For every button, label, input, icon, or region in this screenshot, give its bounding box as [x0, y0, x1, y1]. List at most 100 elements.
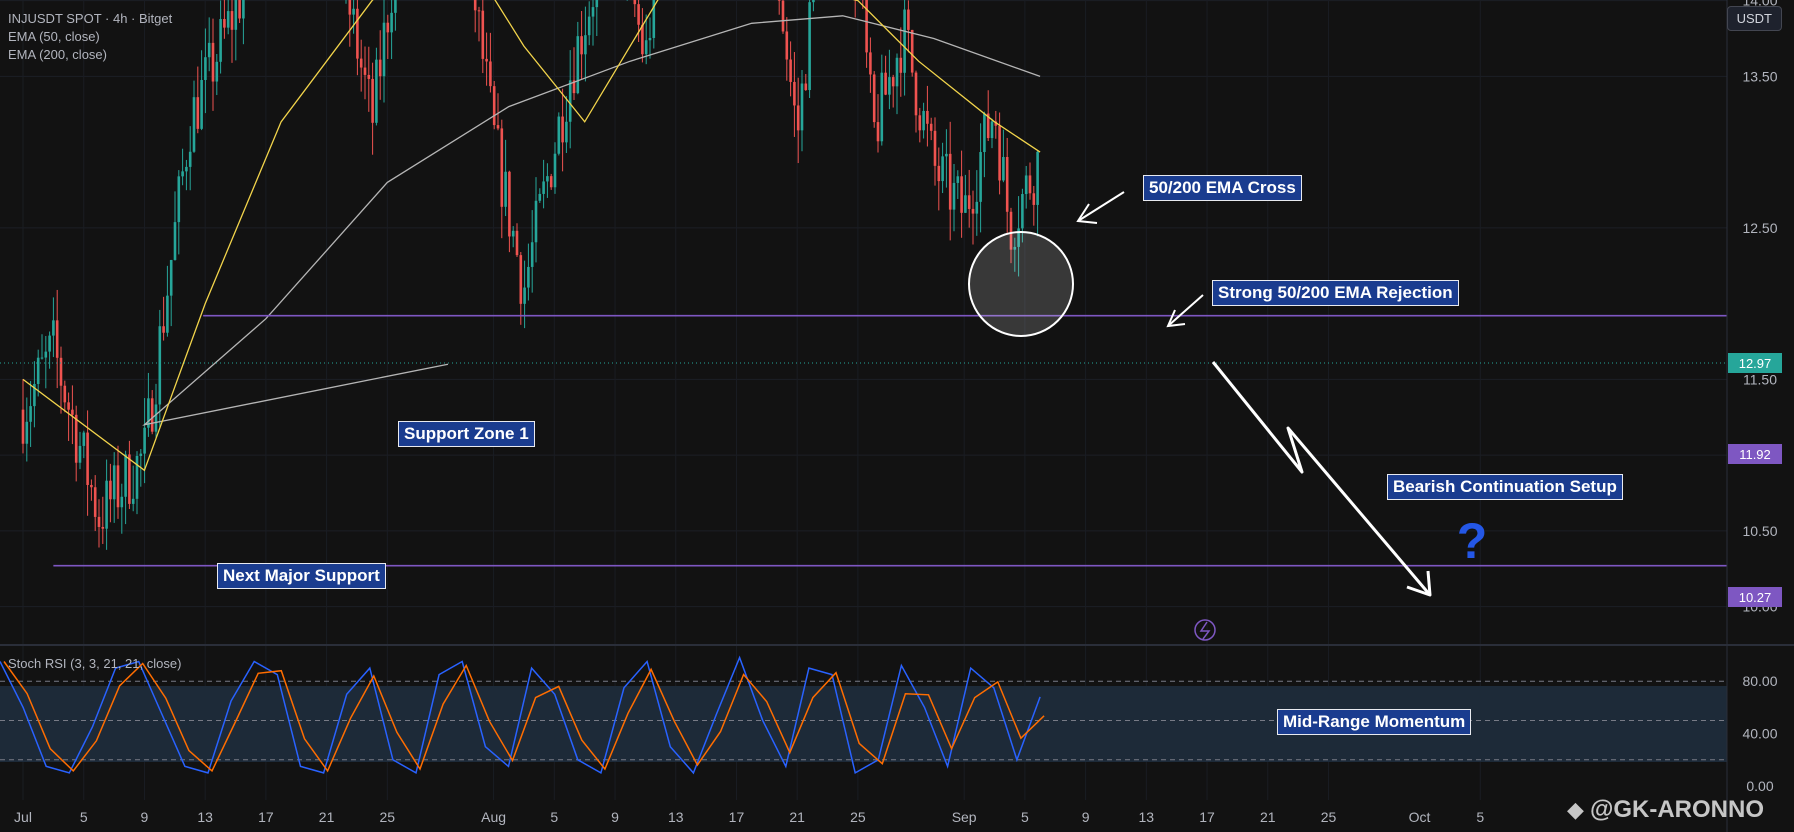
candle-body — [52, 320, 55, 336]
bolt-icon[interactable] — [1194, 619, 1216, 641]
candle-body — [565, 121, 568, 143]
time-tick-label: 17 — [258, 809, 274, 825]
candle-body — [800, 83, 804, 131]
time-tick-label: 17 — [729, 809, 745, 825]
candle-body — [929, 123, 933, 131]
price-chart[interactable]: 16.5016.0015.5015.0014.5014.0013.5012.50… — [0, 0, 1794, 832]
candle-body — [1005, 157, 1009, 212]
time-tick-label: 21 — [789, 809, 805, 825]
time-tick-label: 21 — [319, 809, 335, 825]
next-support-label: Next Major Support — [217, 563, 386, 589]
candle-body — [116, 465, 120, 508]
time-tick-label: 5 — [1021, 809, 1029, 825]
candle-body — [200, 79, 203, 129]
bearish-setup-label: Bearish Continuation Setup — [1387, 474, 1623, 500]
candle-body — [872, 74, 876, 123]
candle-body — [785, 31, 789, 60]
candle-body — [918, 115, 922, 131]
candle-body — [473, 0, 477, 11]
candle-body — [1032, 193, 1036, 205]
oscillator-tick-label: 80.00 — [1742, 673, 1777, 689]
candle-body — [234, 0, 238, 30]
candle-body — [553, 153, 557, 188]
candle-body — [538, 193, 542, 201]
candlestick-series — [21, 0, 1039, 550]
candle-body — [644, 40, 648, 55]
candle-body — [511, 230, 515, 237]
candle-body — [226, 11, 230, 28]
candle-body — [74, 414, 78, 463]
candle-body — [979, 152, 982, 202]
ema-200-legend[interactable]: EMA (200, close) — [8, 47, 107, 62]
candle-body — [542, 181, 545, 194]
candle-body — [910, 29, 914, 73]
candle-body — [169, 259, 173, 296]
candle-body — [481, 10, 485, 59]
candle-body — [173, 222, 177, 260]
candle-body — [971, 208, 975, 214]
candle-body — [48, 335, 51, 352]
candle-body — [523, 287, 526, 304]
candle-body — [1002, 157, 1005, 181]
candle-body — [492, 86, 496, 126]
last-price-badge: 12.97 — [1728, 353, 1782, 373]
candle-body — [367, 74, 371, 79]
candle-body — [899, 57, 903, 73]
candle-body — [489, 61, 492, 87]
candle-body — [895, 57, 899, 87]
candle-body — [983, 113, 986, 153]
time-axis[interactable]: Jul 5 9 13 17 21 25 Aug 5 9 13 17 21 25 Sep 5 9 13 17 21 25 O… — [14, 809, 1484, 825]
price-tick-label: 12.50 — [1742, 220, 1777, 236]
stoch-rsi-legend[interactable]: Stoch RSI (3, 3, 21, 21, close) — [8, 656, 181, 671]
candle-body — [789, 59, 792, 82]
candle-body — [907, 9, 910, 30]
symbol-title[interactable]: INJUSDT SPOT · 4h · Bitget — [8, 11, 172, 26]
candle-body — [166, 295, 169, 333]
support-zone-1-badge: 11.92 — [1728, 444, 1782, 464]
candle-body — [964, 195, 967, 213]
ema-cross-circle — [968, 231, 1074, 337]
currency-button[interactable]: USDT — [1726, 6, 1782, 31]
candle-body — [500, 128, 504, 207]
candle-body — [135, 455, 139, 499]
ema-50-legend[interactable]: EMA (50, close) — [8, 29, 100, 44]
candle-body — [519, 255, 523, 304]
candle-body — [998, 125, 1001, 181]
candle-body — [93, 487, 97, 517]
candle-body — [348, 0, 352, 15]
candle-body — [793, 81, 796, 106]
candle-body — [128, 454, 131, 504]
support-zone-1-value: 11.92 — [1739, 447, 1771, 462]
candle-body — [580, 36, 583, 55]
candle-body — [956, 176, 960, 183]
candle-body — [990, 121, 994, 139]
candle-body — [67, 402, 70, 410]
time-tick-label: 9 — [611, 809, 619, 825]
time-tick-label: 25 — [380, 809, 396, 825]
candle-body — [641, 24, 644, 55]
candle-body — [204, 57, 207, 80]
candle-body — [78, 445, 82, 463]
candle-body — [101, 526, 105, 529]
candle-body — [207, 42, 211, 58]
next-support-value: 10.27 — [1739, 590, 1772, 605]
candle-body — [952, 182, 956, 210]
candle-body — [808, 2, 811, 91]
candle-body — [378, 59, 382, 77]
time-tick-label: 13 — [668, 809, 684, 825]
time-tick-label: 5 — [1476, 809, 1484, 825]
candle-body — [181, 171, 184, 177]
candle-body — [568, 80, 572, 122]
candle-body — [90, 484, 93, 488]
time-tick-label: 25 — [850, 809, 866, 825]
candle-body — [86, 432, 89, 485]
price-scale[interactable]: 16.5016.0015.5015.0014.5014.0013.5012.50… — [1742, 0, 1777, 615]
last-price-text: 12.97 — [1739, 356, 1772, 371]
candle-body — [1028, 175, 1032, 194]
candle-body — [97, 516, 101, 527]
time-tick-label: 5 — [550, 809, 558, 825]
candle-body — [1036, 151, 1039, 205]
candle-body — [382, 22, 386, 77]
candle-body — [230, 11, 234, 30]
candle-body — [215, 61, 219, 82]
